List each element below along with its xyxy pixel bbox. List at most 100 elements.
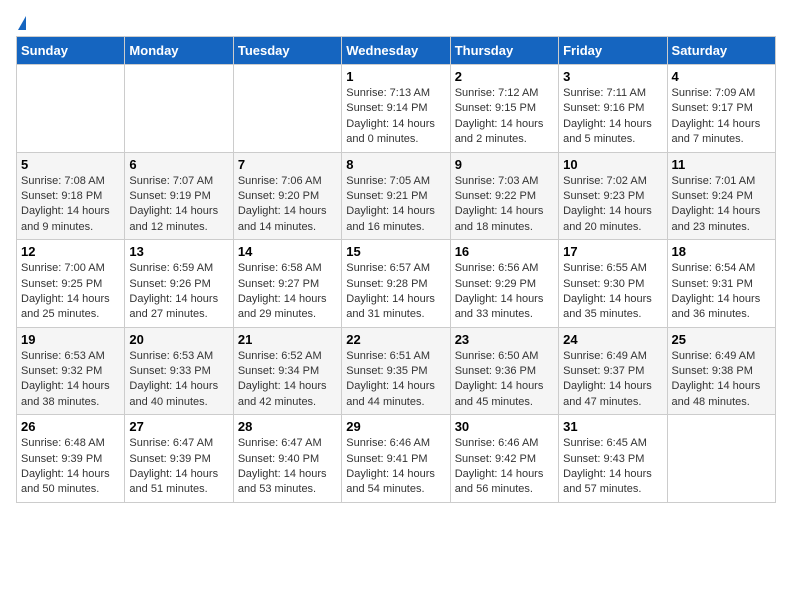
calendar-cell: 10Sunrise: 7:02 AMSunset: 9:23 PMDayligh…	[559, 152, 667, 240]
day-number: 13	[129, 244, 228, 259]
day-info: Sunrise: 7:01 AM Sunset: 9:24 PM Daylight:…	[672, 174, 771, 236]
logo	[16, 16, 26, 30]
day-info: Sunrise: 6:50 AMSunset: 9:36 PMDaylight:…	[455, 349, 554, 411]
day-info-line: and 9 minutes.	[21, 221, 93, 233]
day-number: 17	[563, 244, 662, 259]
day-info: Sunrise: 6:57 AM Sunset: 9:28 PM Daylight:…	[346, 261, 445, 323]
calendar-cell: 19Sunrise: 6:53 AMSunset: 9:32 PMDayligh…	[17, 327, 125, 415]
day-info-line: Sunset: 9:37 PM	[563, 365, 644, 377]
day-info: Sunrise: 6:55 AMSunset: 9:30 PMDaylight:…	[563, 261, 662, 323]
day-info-line: Sunrise: 6:49 AM	[672, 350, 756, 362]
day-info-line: Sunrise: 6:45 AM	[563, 437, 647, 449]
day-info-line: Daylight: 14 hours	[346, 380, 435, 392]
day-info-line: Sunrise: 6:58 AM	[238, 262, 322, 274]
day-info-line: Sunset: 9:36 PM	[455, 365, 536, 377]
day-info-line: Daylight: 14 hours	[346, 293, 435, 305]
day-info-line: and 45 minutes.	[455, 396, 533, 408]
day-info-line: Daylight: 14 hours	[21, 293, 110, 305]
day-info-line: Sunset: 9:40 PM	[238, 453, 319, 465]
day-info-line: and 38 minutes.	[21, 396, 99, 408]
day-info-line: Sunrise: 6:46 AM	[346, 437, 430, 449]
day-info-line: and 31 minutes.	[346, 308, 424, 320]
day-info-line: Sunset: 9:43 PM	[563, 453, 644, 465]
day-number: 28	[238, 419, 337, 434]
day-info: Sunrise: 7:03 AMSunset: 9:22 PMDaylight:…	[455, 174, 554, 236]
day-number: 2	[455, 69, 554, 84]
day-info-line: and 42 minutes.	[238, 396, 316, 408]
day-info-line: and 0 minutes.	[346, 133, 418, 145]
calendar-cell: 28Sunrise: 6:47 AMSunset: 9:40 PMDayligh…	[233, 415, 341, 503]
day-number: 5	[21, 157, 120, 172]
day-info-line: Sunrise: 6:53 AM	[21, 350, 105, 362]
day-info-line: Sunrise: 7:09 AM	[672, 87, 756, 99]
calendar-cell: 4Sunrise: 7:09 AMSunset: 9:17 PMDaylight…	[667, 65, 775, 153]
calendar-cell: 7Sunrise: 7:06 AMSunset: 9:20 PMDaylight…	[233, 152, 341, 240]
day-info-line: Sunset: 9:18 PM	[21, 190, 102, 202]
day-info-line: Sunset: 9:28 PM	[346, 278, 427, 290]
day-info-line: Sunrise: 7:05 AM	[346, 175, 430, 187]
day-info-line: Sunrise: 7:01 AM	[672, 175, 756, 187]
calendar-week-row: 5Sunrise: 7:08 AMSunset: 9:18 PMDaylight…	[17, 152, 776, 240]
day-info-line: and 54 minutes.	[346, 483, 424, 495]
day-info-line: Sunrise: 6:52 AM	[238, 350, 322, 362]
col-wednesday: Wednesday	[342, 37, 450, 65]
calendar-cell: 15 Sunrise: 6:57 AM Sunset: 9:28 PM Dayligh…	[342, 240, 450, 328]
day-info-line: Sunset: 9:31 PM	[672, 278, 753, 290]
calendar-cell: 5Sunrise: 7:08 AMSunset: 9:18 PMDaylight…	[17, 152, 125, 240]
day-info: Sunrise: 6:47 AMSunset: 9:39 PMDaylight:…	[129, 436, 228, 498]
day-number: 7	[238, 157, 337, 172]
day-info-line: Daylight: 14 hours	[672, 205, 761, 217]
day-number: 26	[21, 419, 120, 434]
day-info-line: Sunrise: 6:47 AM	[238, 437, 322, 449]
calendar-cell: 6Sunrise: 7:07 AMSunset: 9:19 PMDaylight…	[125, 152, 233, 240]
day-info: Sunrise: 6:54 AMSunset: 9:31 PMDaylight:…	[672, 261, 771, 323]
calendar-cell: 27Sunrise: 6:47 AMSunset: 9:39 PMDayligh…	[125, 415, 233, 503]
day-info-line: Daylight: 14 hours	[455, 205, 544, 217]
day-info-line: Sunset: 9:22 PM	[455, 190, 536, 202]
calendar-cell: 30Sunrise: 6:46 AMSunset: 9:42 PMDayligh…	[450, 415, 558, 503]
day-number: 18	[672, 244, 771, 259]
day-info: Sunrise: 7:07 AMSunset: 9:19 PMDaylight:…	[129, 174, 228, 236]
calendar-cell: 24Sunrise: 6:49 AMSunset: 9:37 PMDayligh…	[559, 327, 667, 415]
day-info-line: Sunrise: 6:51 AM	[346, 350, 430, 362]
day-info-line: Sunrise: 7:06 AM	[238, 175, 322, 187]
calendar-cell: 23Sunrise: 6:50 AMSunset: 9:36 PMDayligh…	[450, 327, 558, 415]
calendar-week-row: 19Sunrise: 6:53 AMSunset: 9:32 PMDayligh…	[17, 327, 776, 415]
day-info-line: Daylight: 14 hours	[129, 468, 218, 480]
day-info-line: Sunrise: 6:47 AM	[129, 437, 213, 449]
day-info-line: Daylight: 14 hours	[346, 205, 435, 217]
day-info: Sunrise: 6:49 AMSunset: 9:38 PMDaylight:…	[672, 349, 771, 411]
day-info-line: Sunset: 9:39 PM	[21, 453, 102, 465]
logo-triangle-icon	[18, 16, 26, 30]
day-info-line: and 33 minutes.	[455, 308, 533, 320]
day-info-line: Sunrise: 6:57 AM	[346, 262, 430, 274]
day-number: 20	[129, 332, 228, 347]
day-info: Sunrise: 7:00 AMSunset: 9:25 PMDaylight:…	[21, 261, 120, 323]
day-info: Sunrise: 6:53 AMSunset: 9:32 PMDaylight:…	[21, 349, 120, 411]
day-info-line: Sunset: 9:26 PM	[129, 278, 210, 290]
day-info-line: Daylight: 14 hours	[672, 118, 761, 130]
calendar-cell: 25Sunrise: 6:49 AMSunset: 9:38 PMDayligh…	[667, 327, 775, 415]
day-info-line: Sunset: 9:21 PM	[346, 190, 427, 202]
calendar-cell: 16Sunrise: 6:56 AMSunset: 9:29 PMDayligh…	[450, 240, 558, 328]
day-info-line: Sunrise: 6:53 AM	[129, 350, 213, 362]
day-info-line: Sunset: 9:25 PM	[21, 278, 102, 290]
day-info-line: Sunrise: 7:11 AM	[563, 87, 646, 99]
day-info-line: and 25 minutes.	[21, 308, 99, 320]
calendar-cell: 29Sunrise: 6:46 AMSunset: 9:41 PMDayligh…	[342, 415, 450, 503]
day-number: 3	[563, 69, 662, 84]
day-info-line: Daylight: 14 hours	[129, 205, 218, 217]
day-info-line: Sunset: 9:14 PM	[346, 102, 427, 114]
day-info-line: Sunset: 9:24 PM	[672, 190, 753, 202]
day-info-line: Sunset: 9:29 PM	[455, 278, 536, 290]
day-info-line: Sunrise: 7:13 AM	[346, 87, 430, 99]
calendar-cell: 1Sunrise: 7:13 AMSunset: 9:14 PMDaylight…	[342, 65, 450, 153]
day-info-line: and 7 minutes.	[672, 133, 744, 145]
day-info-line: Daylight: 14 hours	[21, 468, 110, 480]
day-number: 29	[346, 419, 445, 434]
day-info-line: Sunset: 9:16 PM	[563, 102, 644, 114]
day-info-line: and 2 minutes.	[455, 133, 527, 145]
day-info-line: Sunset: 9:30 PM	[563, 278, 644, 290]
day-number: 15	[346, 244, 445, 259]
day-number: 21	[238, 332, 337, 347]
